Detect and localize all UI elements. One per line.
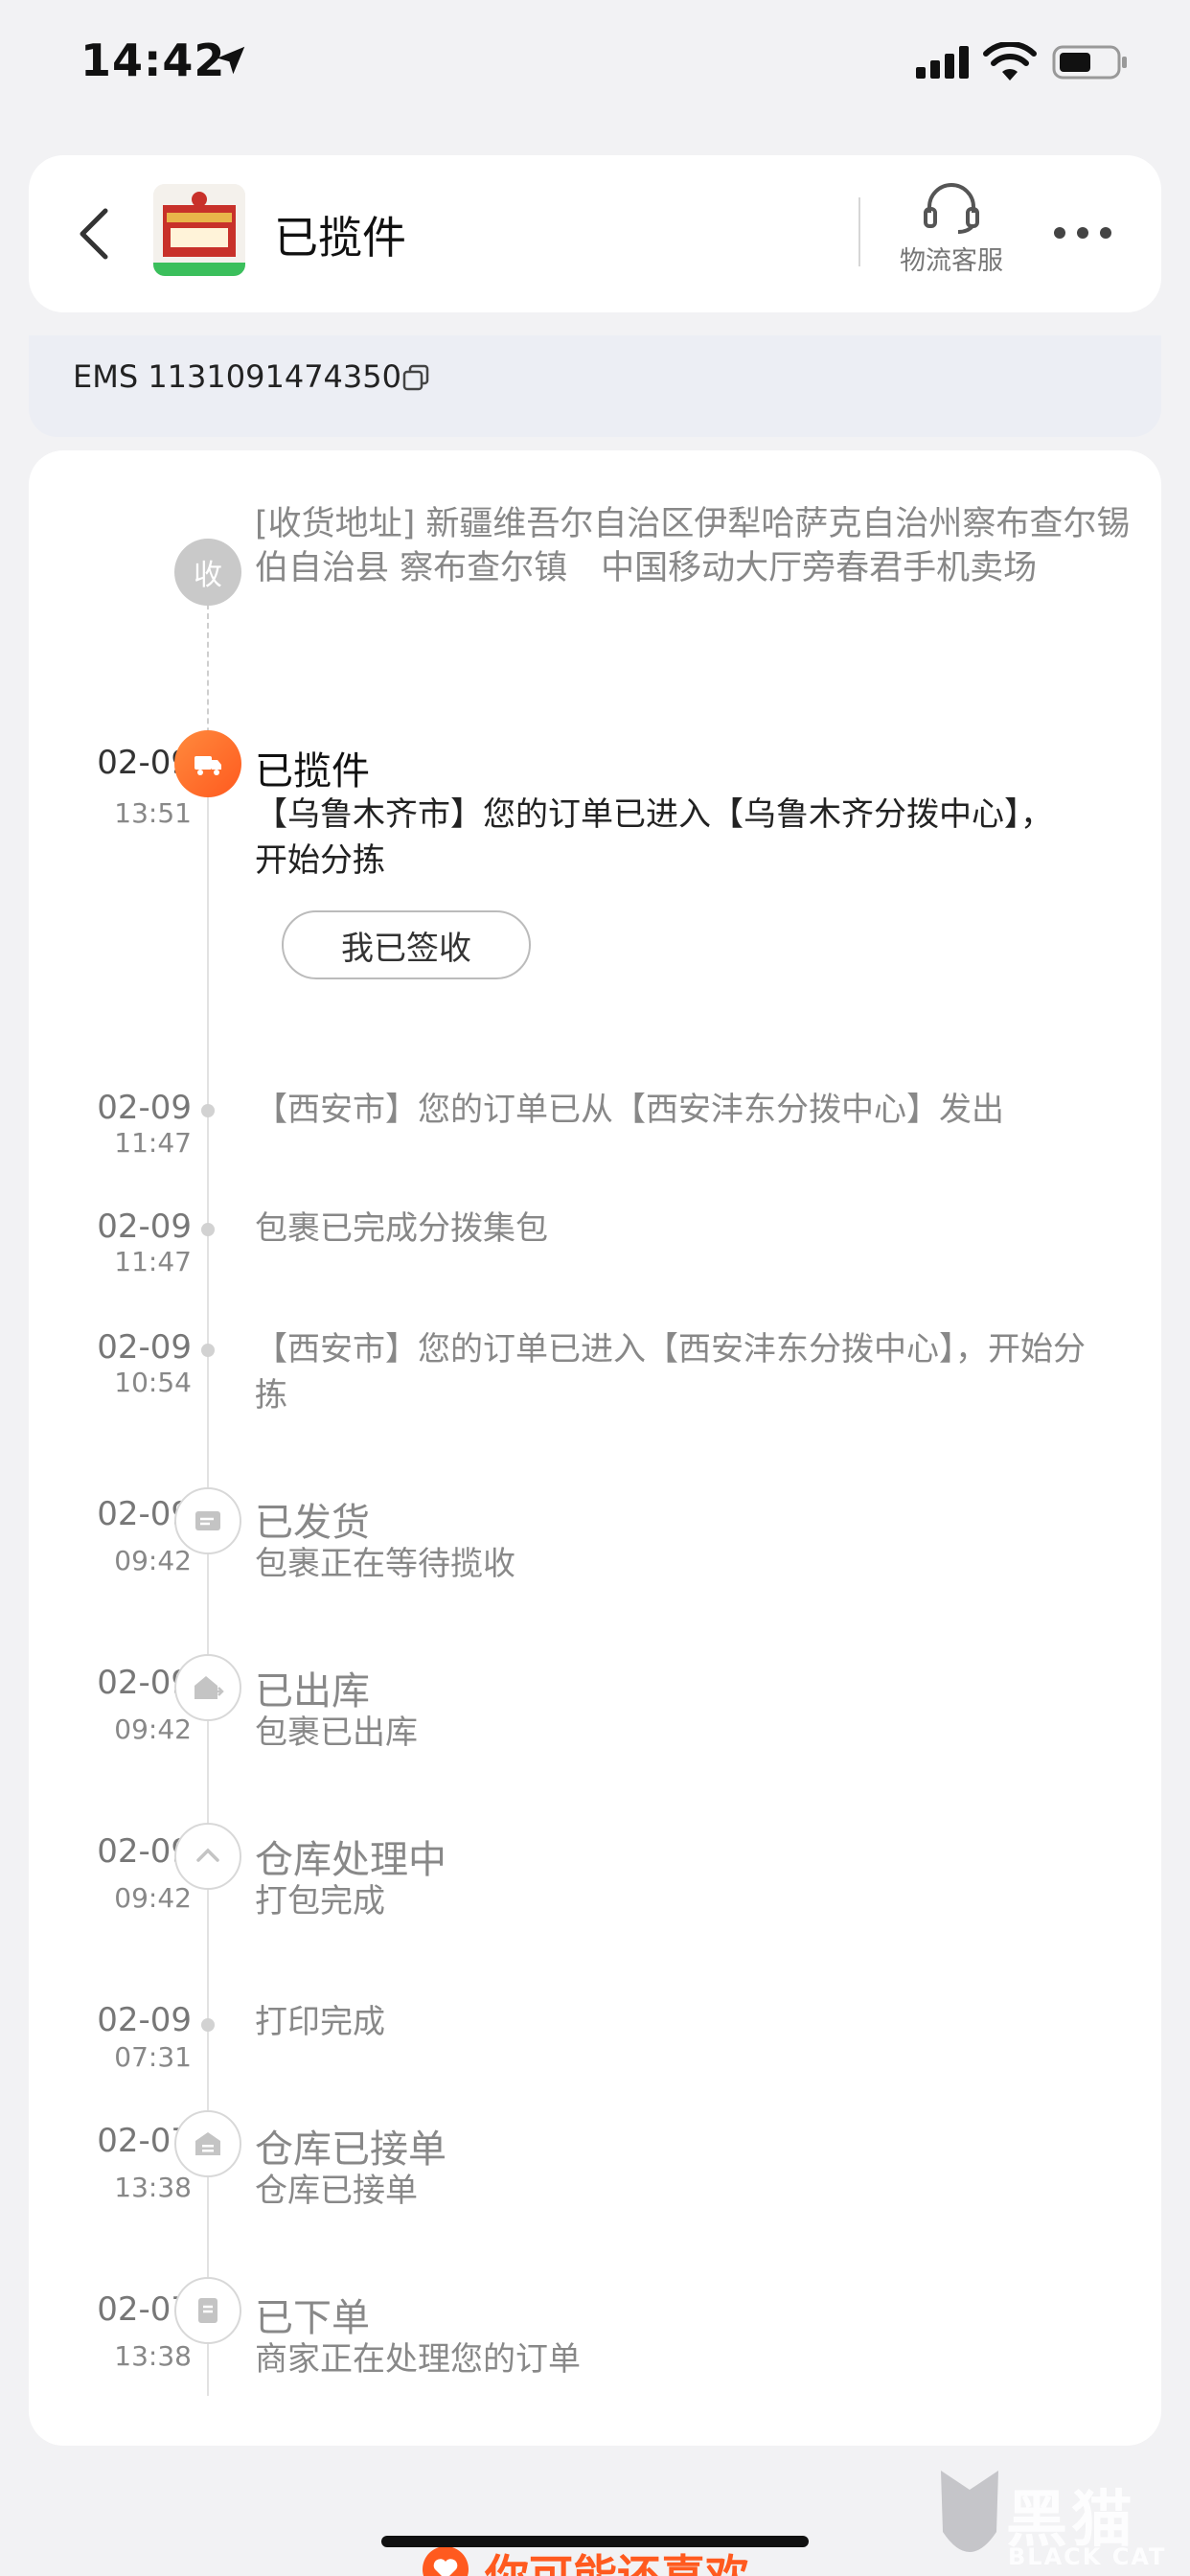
event-desc: 打印完成 [255,2003,385,2041]
watermark: 黑猫 BLACK CAT [931,2465,1190,2576]
heart-icon [423,2546,469,2576]
event-desc: 包裹已出库 [255,1714,418,1752]
address-badge-label: 收 [194,559,222,592]
copy-icon[interactable] [400,362,431,393]
event-time: 09:42 [114,1714,192,1745]
status-bar: 14:42 [0,0,1190,125]
event-desc: 包裹正在等待揽收 [255,1545,515,1583]
confirm-receipt-button[interactable]: 我已签收 [282,910,531,979]
product-thumbnail[interactable] [153,184,245,276]
event-desc: 商家正在处理您的订单 [255,2340,581,2379]
event-desc: 打包完成 [255,1882,385,1920]
event-date: 02-09 [97,1208,192,1246]
event-title: 仓库已接单 [255,2128,446,2172]
shipped-icon [174,1487,241,1554]
event-date: 02-09 [97,1495,192,1533]
tracking-number: EMS 1131091474350 [73,358,401,395]
event-desc: 包裹已完成分拨集包 [255,1209,548,1248]
event-desc: 仓库已接单 [255,2172,418,2210]
more-options-icon[interactable] [1044,209,1121,257]
warehouse-icon [174,2110,241,2177]
event-time: 13:38 [114,2340,192,2372]
truck-icon [174,730,241,797]
event-desc: 【西安市】您的订单已从【西安沣东分拨中心】发出 [255,1091,1004,1129]
event-date: 02-09 [97,1328,192,1367]
headset-icon [924,183,979,234]
event-date: 02-07 [97,2290,192,2329]
event-date: 02-09 [97,1664,192,1702]
event-date: 02-09 [97,1832,192,1871]
event-time: 09:42 [114,1545,192,1576]
timeline-dot [201,1104,215,1117]
event-time: 09:42 [114,1882,192,1914]
warehouse-out-icon [174,1654,241,1721]
event-desc: 【西安市】您的订单已进入【西安沣东分拨中心】，开始分拣 [255,1330,1086,1414]
location-arrow-icon [217,46,245,75]
home-indicator[interactable] [381,2536,809,2547]
customer-service-button[interactable]: 物流客服 [880,180,1023,295]
event-title: 已发货 [255,1501,370,1545]
cellular-signal-icon [916,46,969,79]
event-time: 11:47 [114,1127,192,1159]
address-badge: 收 [174,539,241,606]
logistics-timeline: 收 [收货地址] 新疆维吾尔自治区伊犁哈萨克自治州察布查尔锡伯自治县 察布查尔镇… [29,450,1161,2446]
event-date: 02-09 [97,744,192,782]
event-time: 13:51 [114,797,192,829]
watermark-subtext: BLACK CAT [1008,2543,1167,2570]
timeline-dot [201,1223,215,1236]
wifi-icon [983,42,1037,80]
timeline-dot [201,1344,215,1357]
event-time: 11:47 [114,1246,192,1277]
event-date: 02-09 [97,2001,192,2039]
event-time: 07:31 [114,2041,192,2073]
battery-icon [1052,45,1127,80]
product-image-icon [153,184,245,276]
delivery-address: [收货地址] 新疆维吾尔自治区伊犁哈萨克自治州察布查尔锡伯自治县 察布查尔镇 中… [255,505,1131,587]
event-desc: 【乌鲁木齐市】您的订单已进入【乌鲁木齐分拨中心】，开始分拣 [255,795,1053,880]
event-date: 02-09 [97,1089,192,1127]
recommend-section-header: 你可能还喜欢 [422,2545,749,2576]
order-document-icon [174,2277,241,2344]
back-arrow-icon[interactable] [67,203,125,264]
service-label: 物流客服 [900,246,1003,276]
event-title: 已下单 [255,2296,370,2340]
event-time: 13:38 [114,2172,192,2203]
recommend-title: 你可能还喜欢 [485,2550,749,2576]
event-title: 已揽件 [255,749,370,794]
timeline-dot [201,2018,215,2032]
event-date: 02-07 [97,2122,192,2160]
event-time: 10:54 [114,1367,192,1398]
page-title: 已揽件 [274,212,406,264]
header-card: 已揽件 物流客服 [29,155,1161,312]
status-time: 14:42 [80,34,226,86]
event-title: 已出库 [255,1669,370,1714]
header-divider [858,197,860,266]
chevron-up-icon [174,1823,241,1890]
tracking-number-bar: EMS 1131091474350 [29,335,1161,437]
event-title: 仓库处理中 [255,1838,446,1882]
